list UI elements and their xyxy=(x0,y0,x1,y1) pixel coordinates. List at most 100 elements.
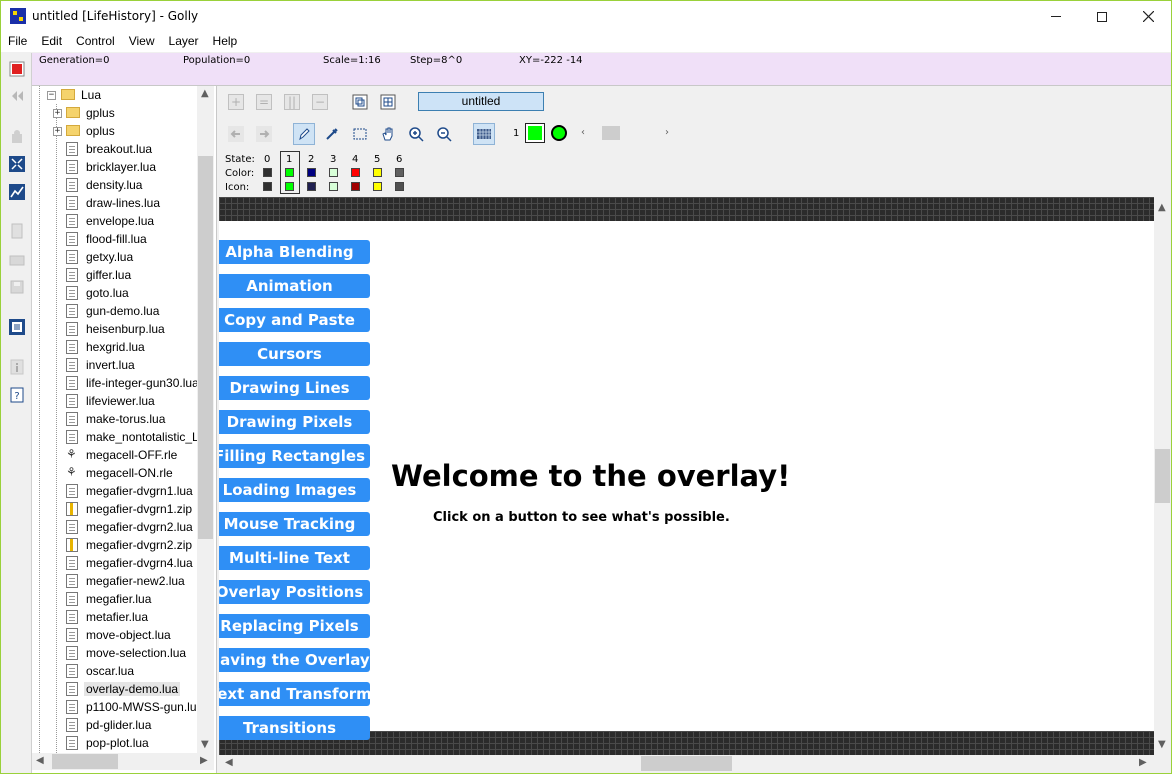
tree-file-item[interactable]: heisenburp.lua xyxy=(32,320,197,338)
close-button[interactable] xyxy=(1125,1,1171,32)
viewport-scroll-up-icon[interactable]: ▲ xyxy=(1158,202,1166,213)
state-number[interactable]: 0 xyxy=(264,154,270,165)
redo-edit-button[interactable] xyxy=(253,123,275,145)
overlay-demo-button[interactable]: Alpha Blending xyxy=(219,240,370,264)
tree-file-item[interactable]: invert.lua xyxy=(32,356,197,374)
tree-file-item[interactable]: move-object.lua xyxy=(32,626,197,644)
tree-file-item[interactable]: lifeviewer.lua xyxy=(32,392,197,410)
tree-file-item[interactable]: megafier-new2.lua xyxy=(32,572,197,590)
state-scroll-left-icon[interactable]: ‹ xyxy=(581,127,585,138)
overlay-demo-button[interactable]: Saving the Overlay xyxy=(219,648,370,672)
tree-folder-oplus[interactable]: + oplus xyxy=(32,122,197,140)
info-button[interactable] xyxy=(6,356,28,378)
overlay-demo-button[interactable]: Animation xyxy=(219,274,370,298)
pattern-viewport[interactable]: Alpha Blending Animation Copy and Paste Cur… xyxy=(219,197,1154,755)
draw-mode-button[interactable] xyxy=(293,123,315,145)
state-color-swatch[interactable] xyxy=(307,168,316,177)
menu-layer[interactable]: Layer xyxy=(162,32,206,52)
tree-file-item[interactable]: hexgrid.lua xyxy=(32,338,197,356)
undo-edit-button[interactable] xyxy=(225,123,247,145)
state-icon-swatch[interactable] xyxy=(373,182,382,191)
save-button[interactable] xyxy=(6,276,28,298)
clone-layer-button[interactable]: = xyxy=(253,91,275,113)
pick-mode-button[interactable] xyxy=(321,123,343,145)
duplicate-layer-button[interactable]: || xyxy=(281,91,303,113)
tree-file-item[interactable]: envelope.lua xyxy=(32,212,197,230)
menu-help[interactable]: Help xyxy=(206,32,245,52)
tree-folder-lua[interactable]: − Lua xyxy=(32,86,197,104)
tree-file-item[interactable]: megafier-dvgrn2.zip xyxy=(32,536,197,554)
menu-control[interactable]: Control xyxy=(69,32,122,52)
overlay-demo-button[interactable]: Drawing Pixels xyxy=(219,410,370,434)
overlay-demo-button[interactable]: Transitions xyxy=(219,716,370,740)
overlay-demo-button[interactable]: Multi-line Text xyxy=(219,546,370,570)
tree-file-item[interactable]: make_nontotalistic_L xyxy=(32,428,199,446)
maximize-button[interactable] xyxy=(1079,1,1125,32)
state-number[interactable]: 5 xyxy=(374,154,380,165)
state-icon-swatch[interactable] xyxy=(351,182,360,191)
fit-pattern-button[interactable] xyxy=(6,153,28,175)
viewport-scroll-right-icon[interactable]: ▶ xyxy=(1139,757,1147,768)
state-number[interactable]: 4 xyxy=(352,154,358,165)
state-color-swatch[interactable] xyxy=(263,168,272,177)
tile-layers-button[interactable] xyxy=(377,91,399,113)
layer-name-tab[interactable]: untitled xyxy=(418,92,544,111)
state-color-swatch[interactable] xyxy=(373,168,382,177)
tree-file-item[interactable]: flood-fill.lua xyxy=(32,230,197,248)
new-pattern-button[interactable] xyxy=(6,220,28,242)
menu-file[interactable]: File xyxy=(1,32,34,52)
tree-file-item[interactable]: megafier.lua xyxy=(32,590,197,608)
viewport-horizontal-thumb[interactable] xyxy=(641,756,732,771)
state-number[interactable]: 6 xyxy=(396,154,402,165)
expand-icon[interactable]: + xyxy=(53,109,62,118)
tree-file-item[interactable]: life-integer-gun30.lua xyxy=(32,374,199,392)
overlay-demo-button[interactable]: Overlay Positions xyxy=(219,580,370,604)
tree-file-item[interactable]: megafier-dvgrn4.lua xyxy=(32,554,197,572)
show-files-button[interactable] xyxy=(6,316,28,338)
tree-file-item[interactable]: move-selection.lua xyxy=(32,644,197,662)
help-button[interactable]: ? xyxy=(6,384,28,406)
tree-file-item[interactable]: oscar.lua xyxy=(32,662,197,680)
overlay-demo-button[interactable]: Loading Images xyxy=(219,478,370,502)
state-icon-swatch[interactable] xyxy=(395,182,404,191)
tree-horizontal-scroll-thumb[interactable] xyxy=(52,754,118,769)
open-button[interactable] xyxy=(6,248,28,270)
tree-file-item[interactable]: ⚘ megacell-ON.rle xyxy=(32,464,197,482)
tree-file-item[interactable]: megafier-dvgrn1.lua xyxy=(32,482,197,500)
scroll-down-icon[interactable]: ▼ xyxy=(201,739,209,750)
state-number[interactable]: 2 xyxy=(308,154,314,165)
viewport-scroll-down-icon[interactable]: ▼ xyxy=(1158,739,1166,750)
all-states-button[interactable] xyxy=(473,123,495,145)
tree-file-item[interactable]: p1100-MWSS-gun.lua xyxy=(32,698,203,716)
tree-file-item[interactable]: gun-demo.lua xyxy=(32,302,197,320)
viewport-vertical-thumb[interactable] xyxy=(1155,449,1170,503)
expand-icon[interactable]: + xyxy=(53,127,62,136)
stack-layers-button[interactable] xyxy=(349,91,371,113)
reset-button[interactable] xyxy=(6,85,28,107)
state-icon-swatch[interactable] xyxy=(329,182,338,191)
overlay-demo-button[interactable]: Text and Transforms xyxy=(219,682,370,706)
scroll-left-icon[interactable]: ◀ xyxy=(36,755,44,766)
tree-file-item[interactable]: goto.lua xyxy=(32,284,197,302)
zoom-in-button[interactable] xyxy=(405,123,427,145)
delete-layer-button[interactable]: − xyxy=(309,91,331,113)
tree-file-item[interactable]: ⚘ megacell-OFF.rle xyxy=(32,446,197,464)
tree-file-item[interactable]: breakout.lua xyxy=(32,140,197,158)
tree-file-item[interactable]: bricklayer.lua xyxy=(32,158,197,176)
tree-file-item[interactable]: overlay-demo.lua xyxy=(32,680,197,698)
tree-file-item[interactable]: megafier-dvgrn1.zip xyxy=(32,500,197,518)
overlay-demo-button[interactable]: Filling Rectangles xyxy=(219,444,370,468)
select-mode-button[interactable] xyxy=(349,123,371,145)
zoom-out-button[interactable] xyxy=(433,123,455,145)
tree-file-item[interactable]: giffer.lua xyxy=(32,266,197,284)
viewport-scroll-left-icon[interactable]: ◀ xyxy=(225,757,233,768)
state-icon-swatch[interactable] xyxy=(307,182,316,191)
state-color-swatch[interactable] xyxy=(351,168,360,177)
tree-file-item[interactable]: metafier.lua xyxy=(32,608,197,626)
minimize-button[interactable] xyxy=(1033,1,1079,32)
tree-vertical-scroll-thumb[interactable] xyxy=(198,156,213,539)
scripts-button[interactable] xyxy=(6,181,28,203)
viewport-vertical-scrollbar[interactable]: ▲ ▼ xyxy=(1154,197,1171,755)
state-scroll-thumb[interactable] xyxy=(602,126,620,140)
collapse-icon[interactable]: − xyxy=(47,91,56,100)
